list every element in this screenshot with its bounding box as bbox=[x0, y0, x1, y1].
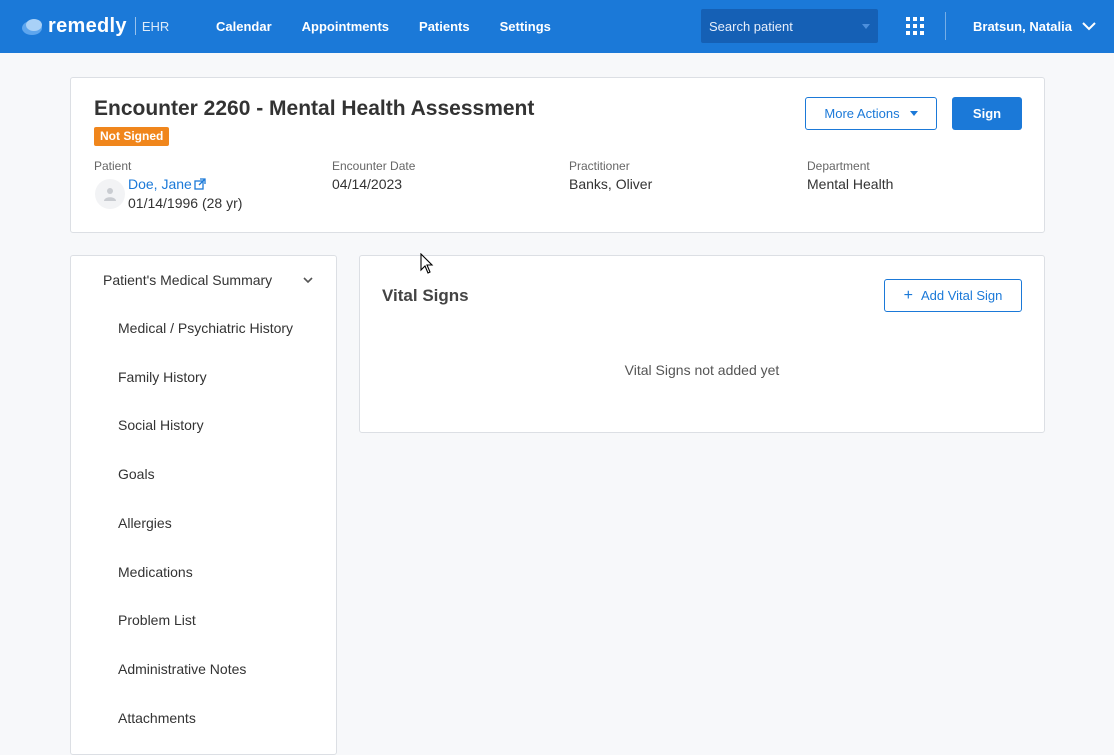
patient-name: Doe, Jane bbox=[128, 176, 192, 192]
vital-signs-panel: Vital Signs + Add Vital Sign Vital Signs… bbox=[359, 255, 1045, 433]
status-badge: Not Signed bbox=[94, 127, 170, 146]
sidebar-item-problem-list[interactable]: Problem List bbox=[118, 612, 196, 628]
chevron-down-icon bbox=[303, 276, 313, 283]
app-logo[interactable]: remedly EHR bbox=[20, 14, 169, 38]
user-name: Bratsun, Natalia bbox=[973, 19, 1072, 34]
patient-name-link[interactable]: Doe, Jane bbox=[128, 176, 206, 192]
more-actions-label: More Actions bbox=[824, 106, 900, 121]
sidebar-item-allergies[interactable]: Allergies bbox=[118, 515, 172, 531]
logo-icon bbox=[22, 19, 42, 35]
nav-appointments[interactable]: Appointments bbox=[302, 19, 389, 34]
sidebar-item-goals[interactable]: Goals bbox=[118, 466, 155, 482]
empty-state-text: Vital Signs not added yet bbox=[624, 362, 780, 378]
vital-signs-title: Vital Signs bbox=[382, 286, 469, 305]
medical-summary-toggle[interactable]: Patient's Medical Summary bbox=[103, 272, 313, 288]
brand-divider bbox=[134, 17, 136, 35]
more-actions-button[interactable]: More Actions bbox=[805, 97, 937, 130]
encounter-card: Encounter 2260 - Mental Health Assessmen… bbox=[70, 77, 1045, 233]
add-vital-sign-button[interactable]: + Add Vital Sign bbox=[884, 279, 1022, 312]
patient-label: Patient bbox=[94, 159, 132, 173]
sidebar-item-medical-history[interactable]: Medical / Psychiatric History bbox=[118, 320, 293, 336]
sidebar-header-label: Patient's Medical Summary bbox=[103, 272, 273, 288]
search-input[interactable] bbox=[709, 18, 849, 34]
encounter-date: 04/14/2023 bbox=[332, 176, 403, 192]
caret-down-icon bbox=[909, 111, 918, 116]
search-dropdown-icon[interactable] bbox=[862, 23, 870, 29]
mouse-cursor-icon bbox=[420, 253, 434, 274]
patient-dob: 01/14/1996 (28 yr) bbox=[128, 195, 243, 211]
practitioner-value: Banks, Oliver bbox=[569, 176, 653, 192]
brand-name: remedly bbox=[48, 14, 127, 37]
add-vital-sign-label: Add Vital Sign bbox=[920, 288, 1003, 303]
nav-patients[interactable]: Patients bbox=[419, 19, 470, 34]
sidebar-item-family-history[interactable]: Family History bbox=[118, 369, 207, 385]
brand-sub: EHR bbox=[141, 18, 170, 34]
department-label: Department bbox=[807, 159, 870, 173]
nav-settings[interactable]: Settings bbox=[500, 19, 551, 34]
patient-search[interactable] bbox=[701, 9, 878, 43]
sidebar-item-medications[interactable]: Medications bbox=[118, 564, 193, 580]
plus-icon: + bbox=[903, 286, 913, 304]
nav-calendar[interactable]: Calendar bbox=[216, 19, 272, 34]
practitioner-label: Practitioner bbox=[569, 159, 630, 173]
sidebar-item-social-history[interactable]: Social History bbox=[118, 417, 204, 433]
avatar bbox=[95, 179, 125, 209]
user-menu[interactable]: Bratsun, Natalia bbox=[973, 0, 1096, 53]
navbar-divider bbox=[945, 12, 946, 40]
medical-summary-sidebar: Patient's Medical Summary Medical / Psyc… bbox=[70, 255, 337, 755]
apps-grid-icon[interactable] bbox=[906, 17, 924, 35]
sidebar-item-administrative-notes[interactable]: Administrative Notes bbox=[118, 661, 246, 677]
main-nav: Calendar Appointments Patients Settings bbox=[216, 0, 581, 53]
chevron-down-icon bbox=[1082, 22, 1096, 31]
sidebar-item-attachments[interactable]: Attachments bbox=[118, 710, 196, 726]
sign-button[interactable]: Sign bbox=[952, 97, 1022, 130]
encounter-date-label: Encounter Date bbox=[332, 159, 416, 173]
user-icon bbox=[104, 188, 116, 201]
department-value: Mental Health bbox=[807, 176, 894, 192]
external-link-icon bbox=[194, 178, 206, 190]
page-title: Encounter 2260 - Mental Health Assessmen… bbox=[94, 97, 535, 120]
top-navbar: remedly EHR Calendar Appointments Patien… bbox=[0, 0, 1114, 53]
